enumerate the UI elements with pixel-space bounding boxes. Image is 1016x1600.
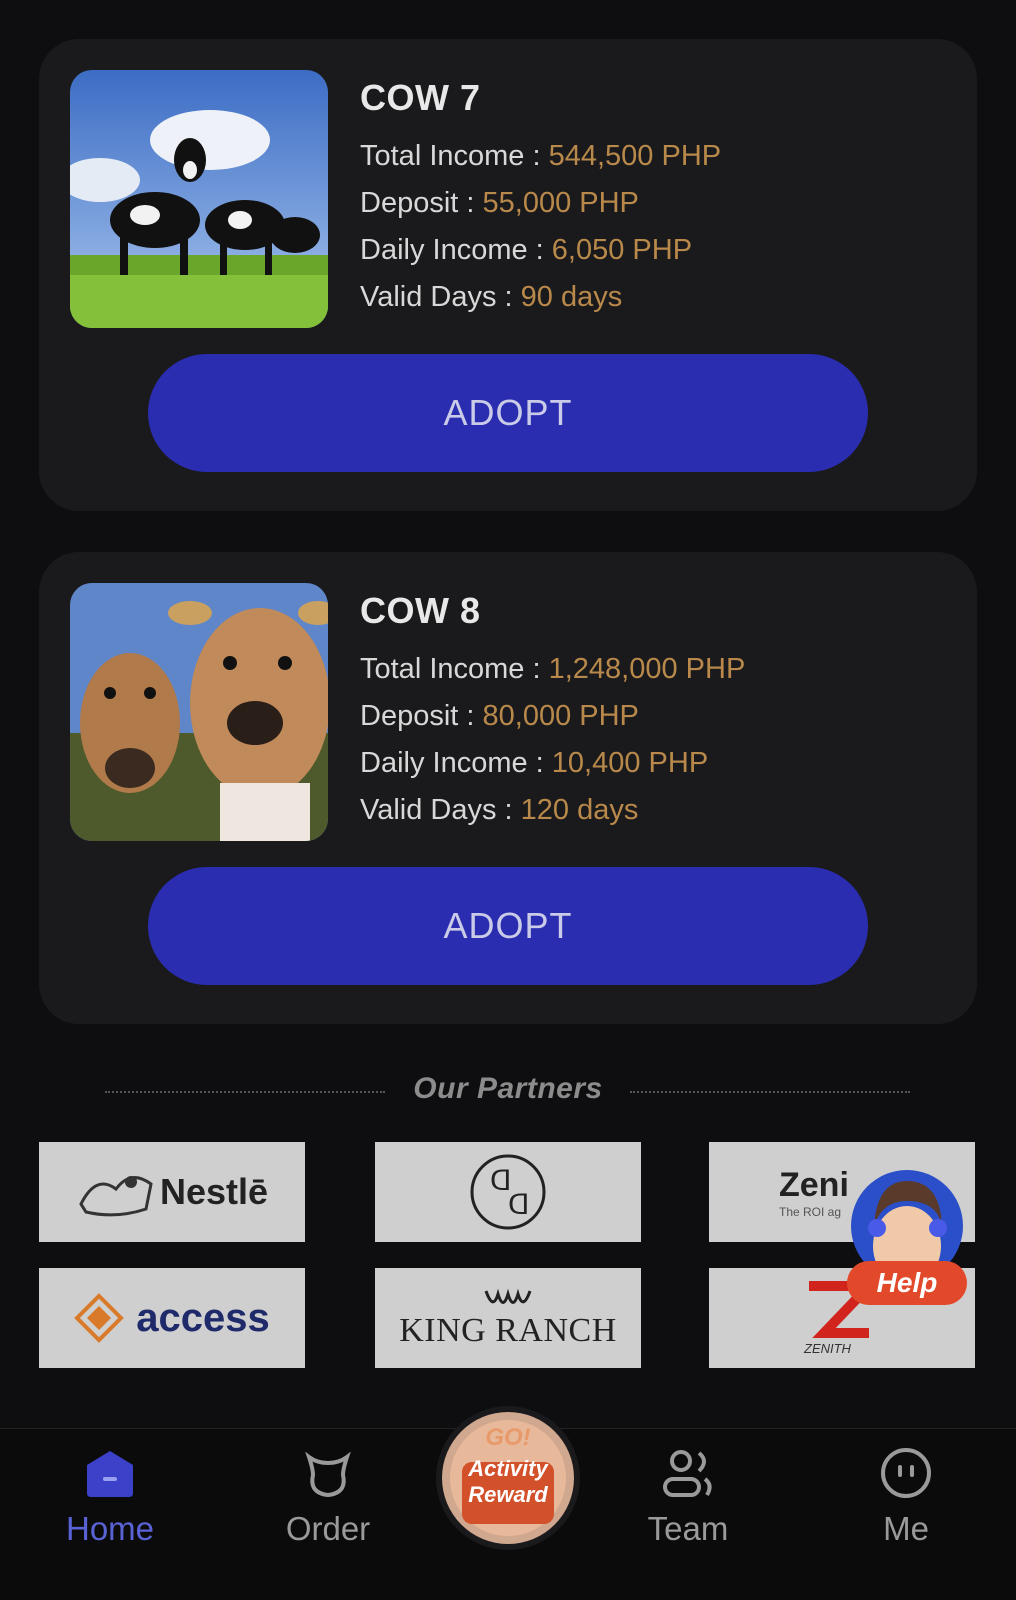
row-label: Deposit : xyxy=(360,187,483,219)
activity-line3: Reward xyxy=(468,1482,548,1507)
partner-logo-dd: ᗡ ᗡ xyxy=(375,1142,641,1242)
partners-title: Our Partners xyxy=(413,1072,603,1105)
product-card-cow7: COW 7 Total Income : 544,500 PHP Deposit… xyxy=(39,39,977,511)
divider-right xyxy=(630,1091,910,1093)
zenith-text: Zeni xyxy=(779,1165,849,1204)
adopt-button-cow8[interactable]: ADOPT xyxy=(148,867,868,985)
cow8-photo xyxy=(70,583,328,841)
access-diamond-icon xyxy=(74,1293,125,1343)
total-income-row: Total Income : 544,500 PHP xyxy=(360,133,721,180)
daily-income-row: Daily Income : 6,050 PHP xyxy=(360,227,721,274)
team-icon xyxy=(663,1450,712,1497)
svg-text:ᗡ: ᗡ xyxy=(508,1190,529,1221)
nav-home[interactable]: Home xyxy=(30,1447,190,1548)
row-value: 10,400 PHP xyxy=(551,747,709,779)
row-label: Valid Days : xyxy=(360,794,521,826)
help-floating-button[interactable]: Help xyxy=(842,1166,972,1316)
deposit-row: Deposit : 80,000 PHP xyxy=(360,693,745,740)
nestle-text: Nestlē xyxy=(159,1171,269,1212)
product-name: COW 7 xyxy=(360,77,481,118)
nestle-nest-icon xyxy=(79,1176,153,1217)
access-text: access xyxy=(136,1295,270,1340)
partner-logo-nestle: Nestlē xyxy=(39,1142,305,1242)
valid-days-row: Valid Days : 90 days xyxy=(360,274,721,321)
zenith-subtext: The ROI ag xyxy=(779,1204,842,1219)
row-value: 80,000 PHP xyxy=(482,700,639,732)
cow8-info: COW 8 Total Income : 1,248,000 PHP Depos… xyxy=(360,590,745,834)
deposit-row: Deposit : 55,000 PHP xyxy=(360,180,721,227)
cow7-info: COW 7 Total Income : 544,500 PHP Deposit… xyxy=(360,77,721,321)
activity-text: GO! Activity Reward xyxy=(436,1424,580,1508)
row-label: Total Income : xyxy=(360,140,549,172)
activity-line2: Activity xyxy=(468,1456,548,1481)
product-name: COW 8 xyxy=(360,590,481,631)
home-icon xyxy=(87,1451,133,1497)
zenith-label: ZENITH xyxy=(804,1340,851,1356)
total-income-row: Total Income : 1,248,000 PHP xyxy=(360,646,745,693)
running-w-icon xyxy=(484,1288,532,1304)
row-value: 1,248,000 PHP xyxy=(548,653,746,685)
row-label: Daily Income : xyxy=(360,234,552,266)
activity-go: GO! xyxy=(485,1424,531,1451)
partners-header: Our Partners xyxy=(0,1072,1016,1106)
row-label: Valid Days : xyxy=(360,281,521,313)
me-face-icon xyxy=(881,1448,931,1498)
nav-order[interactable]: Order xyxy=(248,1447,408,1548)
product-card-cow8: COW 8 Total Income : 1,248,000 PHP Depos… xyxy=(39,552,977,1024)
valid-days-row: Valid Days : 120 days xyxy=(360,787,745,834)
king-ranch-text: KING RANCH xyxy=(399,1312,617,1349)
order-cow-icon xyxy=(305,1451,351,1498)
row-value: 120 days xyxy=(520,794,639,826)
nav-me[interactable]: Me xyxy=(826,1447,986,1548)
nav-me-label: Me xyxy=(883,1510,929,1547)
partner-logo-king-ranch: KING RANCH xyxy=(375,1268,641,1368)
divider-left xyxy=(105,1091,385,1093)
dd-emblem-icon: ᗡ ᗡ xyxy=(470,1154,546,1230)
partner-logo-access: access xyxy=(39,1268,305,1368)
row-label: Deposit : xyxy=(360,700,483,732)
row-value: 544,500 PHP xyxy=(548,140,722,172)
cow7-photo xyxy=(70,70,328,328)
nav-team[interactable]: Team xyxy=(608,1447,768,1548)
daily-income-row: Daily Income : 10,400 PHP xyxy=(360,740,745,787)
nav-home-label: Home xyxy=(65,1510,155,1547)
nav-order-label: Order xyxy=(285,1510,371,1547)
adopt-button-cow7[interactable]: ADOPT xyxy=(148,354,868,472)
row-value: 55,000 PHP xyxy=(482,187,639,219)
row-value: 6,050 PHP xyxy=(551,234,693,266)
row-label: Daily Income : xyxy=(360,747,552,779)
row-label: Total Income : xyxy=(360,653,549,685)
nav-team-label: Team xyxy=(647,1510,729,1547)
help-label: Help xyxy=(876,1267,938,1298)
row-value: 90 days xyxy=(520,281,623,313)
activity-reward-button[interactable]: GO! Activity Reward xyxy=(436,1406,580,1550)
